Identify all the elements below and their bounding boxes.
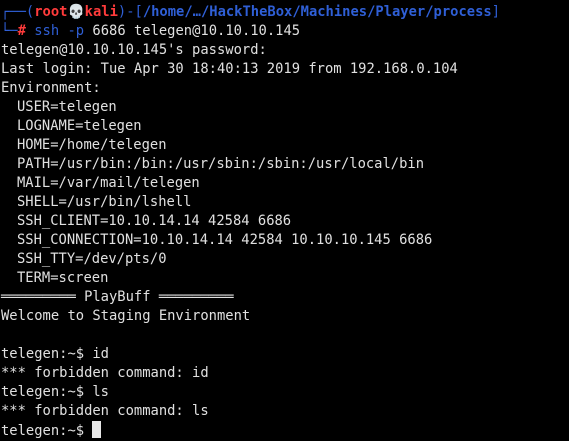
- kali-prompt-line-1: ┌──(root💀kali)-[/home/…/HackTheBox/Machi…: [0, 3, 569, 22]
- prompt-frame-end: ]: [491, 4, 500, 20]
- ssh-command: ssh: [34, 23, 60, 39]
- prompt-frame-bottom: └─: [1, 23, 18, 39]
- playbuff-banner: ═════════ PlayBuff ═════════: [1, 289, 234, 305]
- shell-response-line: *** forbidden command: ls: [1, 403, 209, 419]
- env-var-line: SSH_CONNECTION=10.10.14.14 42584 10.10.1…: [17, 232, 433, 248]
- env-var-line: MAIL=/var/mail/telegen: [17, 175, 200, 191]
- env-var-line: TERM=screen: [17, 270, 109, 286]
- env-var-line: SHELL=/usr/bin/lshell: [17, 194, 192, 210]
- ssh-args: 6686 telegen@10.10.10.145: [92, 23, 301, 39]
- prompt-path: /home/…/HackTheBox/Machines/Player/proce…: [142, 4, 492, 20]
- shell-command-line: telegen:~$ ls: [1, 384, 109, 400]
- shell-response-line: *** forbidden command: id: [1, 365, 209, 381]
- welcome-message: Welcome to Staging Environment: [1, 308, 251, 324]
- env-var-line: USER=telegen: [17, 99, 117, 115]
- environment-header: Environment:: [1, 80, 101, 96]
- active-prompt-line[interactable]: telegen:~$: [0, 421, 569, 440]
- env-var-line: LOGNAME=telegen: [17, 118, 142, 134]
- ssh-port-flag: -p: [67, 23, 85, 39]
- prompt-host: kali: [84, 4, 118, 20]
- text-cursor[interactable]: [92, 421, 102, 438]
- skull-icon: 💀: [67, 4, 85, 20]
- env-var-line: HOME=/home/telegen: [17, 137, 167, 153]
- terminal-window[interactable]: ┌──(root💀kali)-[/home/…/HackTheBox/Machi…: [0, 0, 569, 441]
- prompt-hash: #: [17, 23, 26, 39]
- env-var-line: SSH_CLIENT=10.10.14.14 42584 6686: [17, 213, 292, 229]
- prompt-frame-top: ┌──(: [1, 4, 35, 20]
- kali-prompt-line-2: └─# ssh -p 6686 telegen@10.10.10.145: [0, 22, 569, 41]
- env-var-line: SSH_TTY=/dev/pts/0: [17, 251, 167, 267]
- env-var-line: PATH=/usr/bin:/bin:/usr/sbin:/sbin:/usr/…: [17, 156, 425, 172]
- prompt-frame-mid: )-[: [117, 4, 143, 20]
- last-login: Last login: Tue Apr 30 18:40:13 2019 fro…: [1, 61, 458, 77]
- prompt-user: root: [34, 4, 68, 20]
- shell-command-line: telegen:~$ id: [1, 346, 109, 362]
- password-prompt: telegen@10.10.10.145's password:: [1, 42, 267, 58]
- shell-prompt: telegen:~$: [1, 423, 93, 439]
